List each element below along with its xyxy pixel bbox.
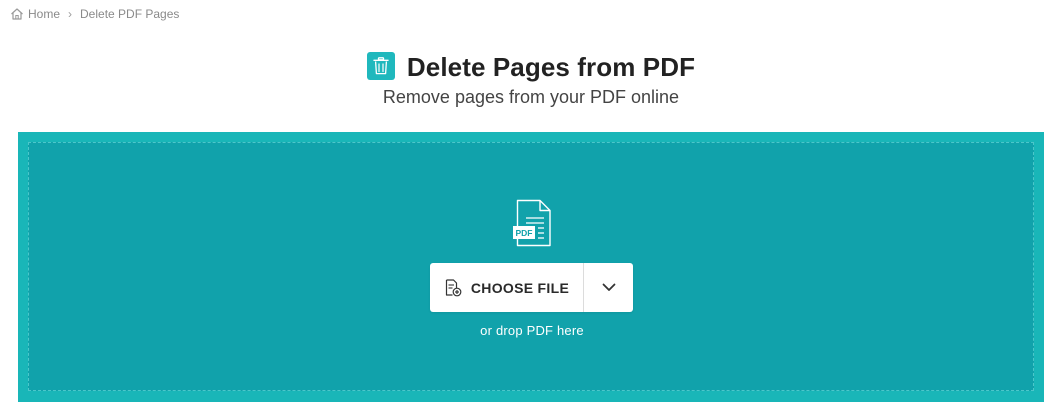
chevron-down-icon <box>602 279 616 297</box>
home-icon[interactable] <box>10 7 24 21</box>
choose-file-control: CHOOSE FILE <box>430 263 633 312</box>
upload-source-dropdown[interactable] <box>584 263 633 312</box>
breadcrumb: Home › Delete PDF Pages <box>10 6 179 22</box>
breadcrumb-current: Delete PDF Pages <box>80 7 180 21</box>
breadcrumb-separator: › <box>68 7 73 21</box>
pdf-file-icon: PDF <box>513 199 553 247</box>
add-file-icon <box>444 278 462 297</box>
drop-hint: or drop PDF here <box>480 323 584 338</box>
trash-icon <box>366 51 395 80</box>
upload-panel: PDF CHOOSE FILE or drop PDF here <box>18 132 1044 402</box>
drop-zone[interactable]: PDF CHOOSE FILE or drop PDF here <box>28 142 1034 391</box>
page-subtitle: Remove pages from your PDF online <box>382 87 680 107</box>
breadcrumb-home-link[interactable]: Home <box>28 7 60 21</box>
choose-file-label: CHOOSE FILE <box>470 279 570 296</box>
choose-file-button[interactable]: CHOOSE FILE <box>430 263 584 312</box>
pdf-badge-label: PDF <box>516 228 533 238</box>
page-title: Delete Pages from PDF <box>406 52 696 82</box>
page-header: Delete Pages from PDF <box>0 51 1062 83</box>
